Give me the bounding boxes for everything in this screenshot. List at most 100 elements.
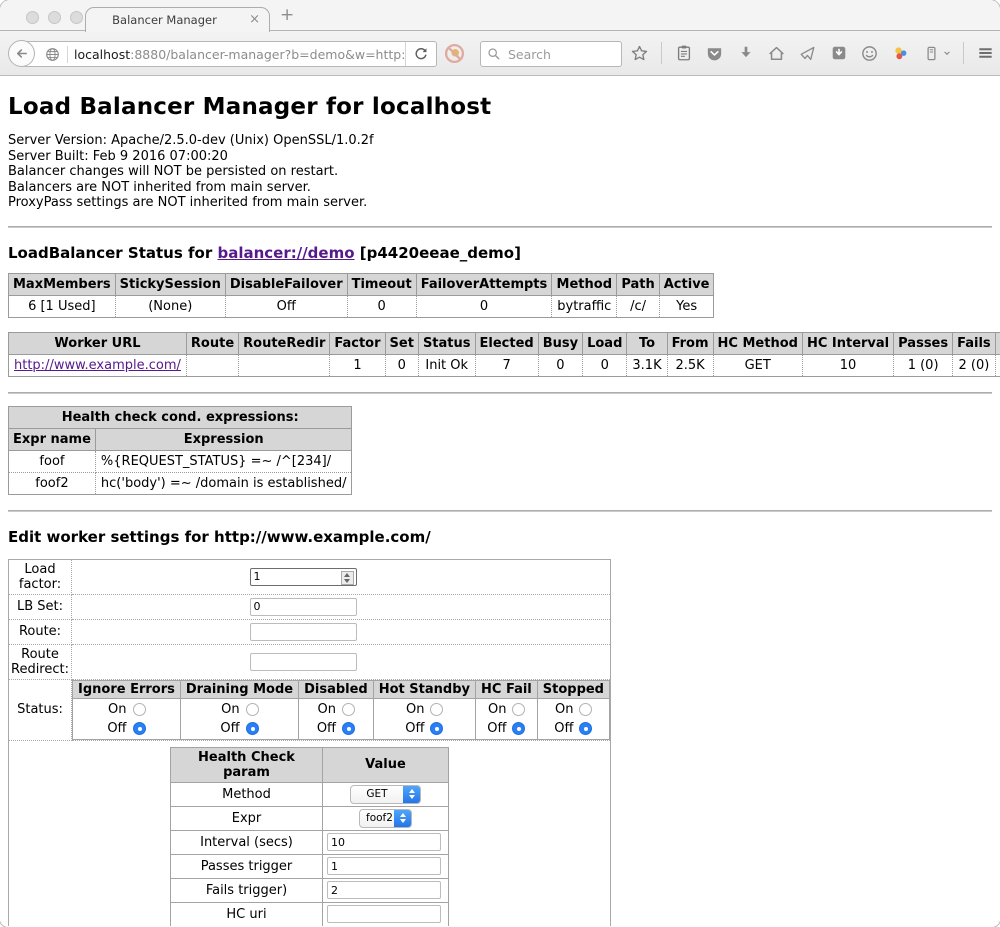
divider xyxy=(8,510,992,512)
cell-hc-uri xyxy=(995,354,1000,376)
passes-trigger-input[interactable] xyxy=(327,857,441,875)
form-row: LB Set: xyxy=(9,594,611,619)
on-label: On xyxy=(108,702,126,717)
column-header: DisableFailover xyxy=(225,273,347,295)
on-label: On xyxy=(488,702,506,717)
selected-value: GET xyxy=(351,788,403,800)
expr-select[interactable]: foof2 xyxy=(359,809,412,828)
radio-draining-mode-on[interactable] xyxy=(246,703,259,716)
tab-balancer-manager[interactable]: Balancer Manager × xyxy=(85,7,270,32)
radio-ignore-errors-off[interactable] xyxy=(133,722,146,735)
cell-passes: 1 (0) xyxy=(894,354,953,376)
lb-set-input[interactable] xyxy=(250,598,357,616)
column-header: Method xyxy=(552,273,617,295)
load-factor-label: Load factor: xyxy=(9,559,72,594)
radio-disabled-off[interactable] xyxy=(342,722,355,735)
column-header: MaxMembers xyxy=(9,273,116,295)
off-label: Off xyxy=(220,721,239,736)
toolbar-buttons xyxy=(630,31,1000,75)
pocket-icon[interactable] xyxy=(705,44,724,63)
download-panel-icon[interactable] xyxy=(829,44,848,63)
radio-draining-mode-off[interactable] xyxy=(246,722,259,735)
home-icon[interactable] xyxy=(767,44,786,63)
status-label: Status: xyxy=(9,679,72,740)
balancer-status-table: MaxMembers StickySession DisableFailover… xyxy=(8,273,714,318)
radio-stopped-off[interactable] xyxy=(579,722,592,735)
tab-close-icon[interactable]: × xyxy=(249,12,260,27)
device-icon xyxy=(922,44,941,63)
url-bar[interactable]: localhost:8880/balancer-manager?b=demo&w… xyxy=(22,41,437,67)
content-blocker-button[interactable] xyxy=(444,43,465,64)
number-stepper-icon[interactable] xyxy=(341,571,354,585)
server-info-line: ProxyPass settings are NOT inherited fro… xyxy=(8,195,992,211)
worker-url-link[interactable]: http://www.example.com/ xyxy=(14,358,181,373)
clipboard-icon[interactable] xyxy=(674,44,693,63)
tab-bar: Balancer Manager × + xyxy=(0,0,1000,31)
radio-stopped-on[interactable] xyxy=(579,703,592,716)
zoom-window-button[interactable] xyxy=(70,11,83,24)
cell-hc-interval: 10 xyxy=(802,354,893,376)
radio-hc-fail-off[interactable] xyxy=(512,722,525,735)
search-input[interactable] xyxy=(506,46,615,63)
column-header: Disabled xyxy=(299,680,374,698)
off-label: Off xyxy=(554,721,573,736)
new-tab-button[interactable]: + xyxy=(280,5,294,25)
off-label: Off xyxy=(317,721,336,736)
column-header: HC Method xyxy=(713,332,802,354)
bookmark-star-icon[interactable] xyxy=(630,44,649,63)
url-host: localhost xyxy=(74,47,130,62)
health-check-expressions-table: Health check cond. expressions: Expr nam… xyxy=(8,406,352,495)
cell-active: Yes xyxy=(659,295,714,317)
column-header: HC Interval xyxy=(802,332,893,354)
download-icon[interactable] xyxy=(736,44,755,63)
radio-disabled-on[interactable] xyxy=(342,703,355,716)
route-input[interactable] xyxy=(250,623,357,641)
cell-load: 0 xyxy=(583,354,627,376)
send-icon[interactable] xyxy=(798,44,817,63)
worker-table: Worker URL Route RouteRedir Factor Set S… xyxy=(8,332,1000,377)
navigation-toolbar: localhost:8880/balancer-manager?b=demo&w… xyxy=(0,31,1000,76)
interval-input[interactable] xyxy=(327,833,441,851)
fails-trigger-input[interactable] xyxy=(327,881,441,899)
reload-button[interactable] xyxy=(405,42,436,66)
cell-factor: 1 xyxy=(330,354,385,376)
expr-label: Expr xyxy=(171,806,323,830)
search-box[interactable] xyxy=(480,41,622,67)
divider xyxy=(8,392,992,394)
extension-dots-icon[interactable] xyxy=(891,44,910,63)
cell-routeredir xyxy=(239,354,330,376)
column-header: StickySession xyxy=(115,273,225,295)
method-select[interactable]: GET xyxy=(350,785,421,804)
cell-status: Init Ok xyxy=(418,354,475,376)
cell-failoverattempts: 0 xyxy=(416,295,552,317)
select-stepper-icon xyxy=(403,785,420,804)
form-row: Route Redirect: xyxy=(9,644,611,679)
column-header: Value xyxy=(323,747,449,782)
cell-busy: 0 xyxy=(538,354,582,376)
radio-hot-standby-on[interactable] xyxy=(430,703,443,716)
column-header: Timeout xyxy=(347,273,416,295)
close-window-button[interactable] xyxy=(26,11,39,24)
off-label: Off xyxy=(487,721,506,736)
column-header: Elected xyxy=(475,332,538,354)
toolbar-divider xyxy=(963,42,964,64)
radio-hc-fail-on[interactable] xyxy=(512,703,525,716)
interval-label: Interval (secs) xyxy=(171,830,323,854)
cell-timeout: 0 xyxy=(347,295,416,317)
cell-expr-name: foof2 xyxy=(9,472,96,494)
route-redirect-input[interactable] xyxy=(250,653,357,671)
device-menu[interactable] xyxy=(922,44,951,63)
hc-uri-input[interactable] xyxy=(327,905,441,923)
cell-path: /c/ xyxy=(617,295,659,317)
column-header: Draining Mode xyxy=(180,680,298,698)
minimize-window-button[interactable] xyxy=(48,11,61,24)
cell-to: 3.1K xyxy=(627,354,667,376)
balancer-demo-link[interactable]: balancer://demo xyxy=(217,244,354,262)
table-title: Health check cond. expressions: xyxy=(9,406,352,428)
menu-hamburger-icon[interactable] xyxy=(976,44,995,63)
back-button[interactable] xyxy=(8,40,35,67)
server-info-line: Server Built: Feb 9 2016 07:00:20 xyxy=(8,149,992,165)
radio-ignore-errors-on[interactable] xyxy=(133,703,146,716)
feedback-smiley-icon[interactable] xyxy=(860,44,879,63)
radio-hot-standby-off[interactable] xyxy=(430,722,443,735)
